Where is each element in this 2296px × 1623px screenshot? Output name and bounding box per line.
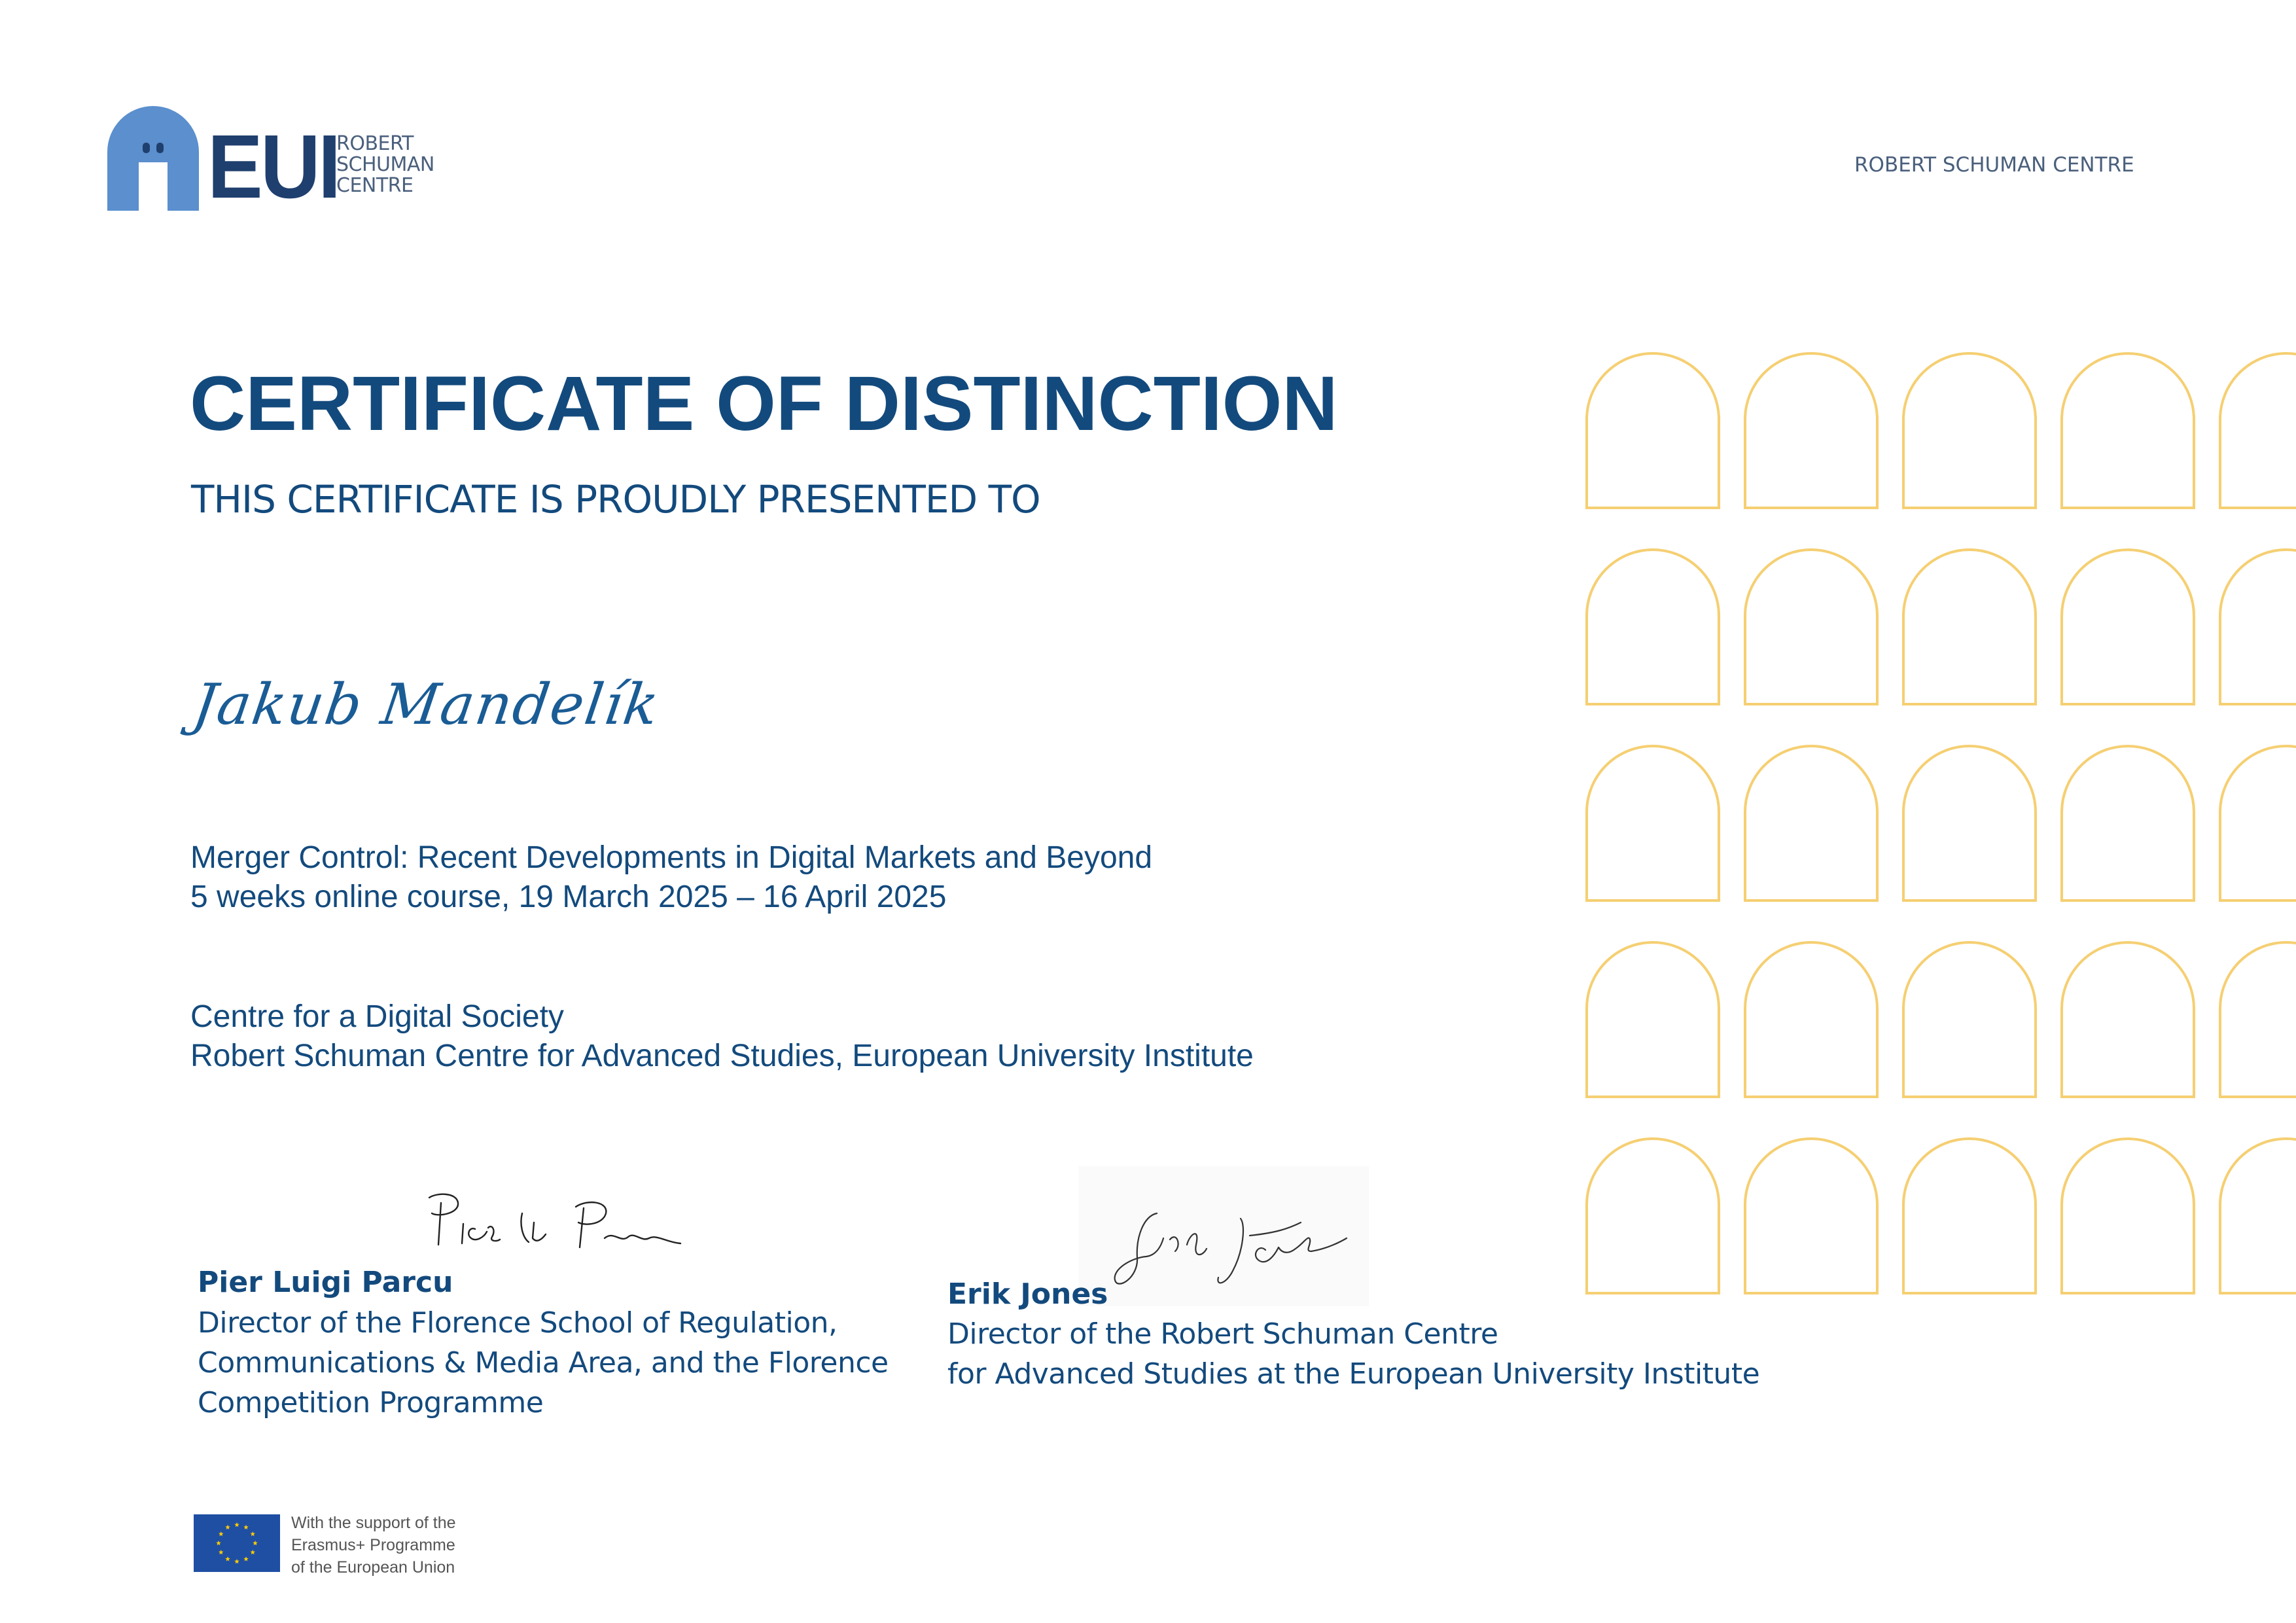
arch-shape — [1585, 548, 1720, 705]
signatory-role-line: Director of the Robert Schuman Centre — [947, 1317, 1498, 1351]
erasmus-line: With the support of the — [291, 1514, 456, 1532]
signatory-role-line: Competition Programme — [198, 1386, 544, 1419]
signatory-role: Director of the Robert Schuman Centre fo… — [947, 1314, 1760, 1394]
logo-subtitle: ROBERT SCHUMAN CENTRE — [336, 134, 434, 196]
eui-arch-logo-icon — [107, 106, 199, 211]
arch-shape — [1585, 745, 1720, 902]
arch-shape — [1902, 941, 2037, 1098]
arch-shape — [2060, 941, 2195, 1098]
institute-name: Robert Schuman Centre for Advanced Studi… — [190, 1039, 1254, 1073]
arch-shape — [2219, 352, 2296, 509]
header-centre-name: ROBERT SCHUMAN CENTRE — [1854, 153, 2134, 177]
signatory-role-line: Communications & Media Area, and the Flo… — [198, 1346, 889, 1380]
arch-shape — [2219, 1137, 2296, 1294]
arch-shape — [2219, 941, 2296, 1098]
arch-shape — [1744, 745, 1879, 902]
arch-shape — [1744, 548, 1879, 705]
arch-shape — [1585, 941, 1720, 1098]
arch-shape — [2060, 745, 2195, 902]
erasmus-line: of the European Union — [291, 1558, 455, 1577]
logo-sub-line: SCHUMAN — [336, 153, 434, 176]
arch-shape — [1902, 548, 2037, 705]
erasmus-support-text: With the support of the Erasmus+ Program… — [291, 1512, 456, 1578]
arch-shape — [2219, 745, 2296, 902]
signature-parcu-icon — [428, 1193, 682, 1249]
arch-shape — [2060, 352, 2195, 509]
signature-jones-icon — [1078, 1166, 1369, 1306]
recipient-name: Jakub Mandelík — [188, 672, 664, 738]
signatory-role-line: for Advanced Studies at the European Uni… — [947, 1357, 1760, 1391]
eu-flag-icon — [194, 1514, 280, 1572]
arch-shape — [1585, 352, 1720, 509]
arch-shape — [2060, 1137, 2195, 1294]
centre-name: Centre for a Digital Society — [190, 999, 564, 1034]
signatory-role-line: Director of the Florence School of Regul… — [198, 1306, 838, 1340]
arch-shape — [1744, 352, 1879, 509]
signatory-role: Director of the Florence School of Regul… — [198, 1303, 889, 1423]
certificate-title: CERTIFICATE OF DISTINCTION — [190, 361, 1338, 447]
arch-shape — [1744, 941, 1879, 1098]
signatory-name: Erik Jones — [947, 1277, 1108, 1311]
arch-shape — [1902, 1137, 2037, 1294]
arch-shape — [1902, 745, 2037, 902]
logo-sub-line: CENTRE — [336, 174, 414, 197]
arch-shape — [1585, 1137, 1720, 1294]
logo-sub-line: ROBERT — [336, 132, 414, 155]
arch-shape — [2219, 548, 2296, 705]
eui-logo: EUI ROBERT SCHUMAN CENTRE — [107, 106, 461, 217]
arch-shape — [1902, 352, 2037, 509]
arch-shape — [1744, 1137, 1879, 1294]
arch-pattern-icon — [1585, 352, 2296, 1294]
certificate-subtitle: THIS CERTIFICATE IS PROUDLY PRESENTED TO — [191, 477, 1041, 522]
course-name: Merger Control: Recent Developments in D… — [190, 840, 1153, 875]
logo-eui-text: EUI — [207, 116, 341, 217]
signatory-name: Pier Luigi Parcu — [198, 1266, 453, 1299]
course-dates: 5 weeks online course, 19 March 2025 – 1… — [190, 880, 947, 914]
arch-shape — [2060, 548, 2195, 705]
erasmus-line: Erasmus+ Programme — [291, 1536, 455, 1554]
